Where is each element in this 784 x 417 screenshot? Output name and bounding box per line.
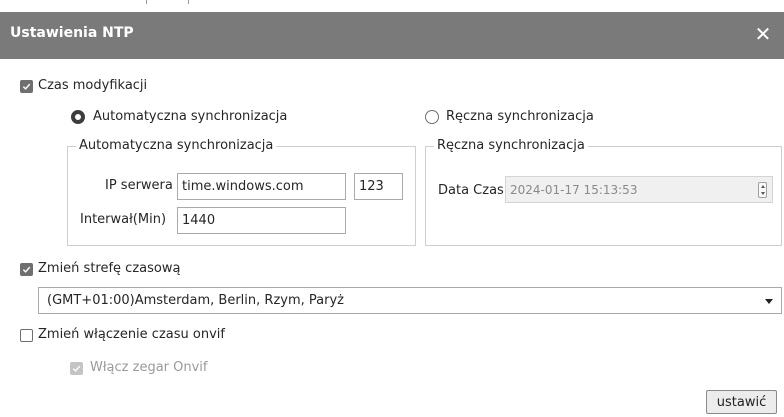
onvif-clock-checkbox xyxy=(70,362,83,375)
auto-sync-group-legend: Automatyczna synchronizacja xyxy=(76,138,277,153)
datetime-value: 2024-01-17 15:13:53 xyxy=(510,182,638,197)
top-strip xyxy=(0,0,784,12)
server-port-input[interactable]: 123 xyxy=(354,173,403,200)
strip-tick xyxy=(188,0,189,4)
datetime-input: 2024-01-17 15:13:53 xyxy=(505,176,773,203)
onvif-clock-label: Włącz zegar Onvif xyxy=(90,360,208,375)
radio-auto-sync[interactable] xyxy=(71,110,85,124)
checkmark-icon xyxy=(72,365,81,372)
time-modification-label: Czas modyfikacji xyxy=(38,78,148,93)
timezone-checkbox[interactable] xyxy=(20,263,33,276)
timezone-label: Zmień strefę czasową xyxy=(38,261,181,276)
interval-input[interactable]: 1440 xyxy=(177,207,346,234)
onvif-checkbox[interactable] xyxy=(20,329,33,342)
onvif-label: Zmień włączenie czasu onvif xyxy=(38,327,225,342)
checkmark-icon xyxy=(22,83,31,90)
close-icon[interactable]: ✕ xyxy=(752,23,774,45)
chevron-down-icon xyxy=(765,299,773,304)
timezone-select-value: (GMT+01:00)Amsterdam, Berlin, Rzym, Pary… xyxy=(47,293,344,308)
interval-label: Interwał(Min) xyxy=(80,212,167,227)
strip-tick xyxy=(146,0,147,4)
radio-manual-sync-label: Ręczna synchronizacja xyxy=(446,109,594,124)
timezone-select[interactable]: (GMT+01:00)Amsterdam, Berlin, Rzym, Pary… xyxy=(38,287,782,314)
server-ip-input[interactable]: time.windows.com xyxy=(177,173,346,200)
checkmark-icon xyxy=(22,266,31,273)
datetime-label: Data Czas xyxy=(438,183,504,198)
dialog-title: Ustawienia NTP xyxy=(10,25,134,41)
apply-button[interactable]: ustawić xyxy=(706,390,777,414)
time-modification-checkbox[interactable] xyxy=(20,80,33,93)
dialog-titlebar: Ustawienia NTP ✕ xyxy=(0,12,784,59)
radio-manual-sync[interactable] xyxy=(425,110,439,124)
spinner-arrows-icon[interactable] xyxy=(758,182,767,198)
server-ip-label: IP serwera xyxy=(105,178,173,193)
radio-auto-sync-label: Automatyczna synchronizacja xyxy=(93,109,288,124)
manual-sync-group-legend: Ręczna synchronizacja xyxy=(434,138,588,153)
